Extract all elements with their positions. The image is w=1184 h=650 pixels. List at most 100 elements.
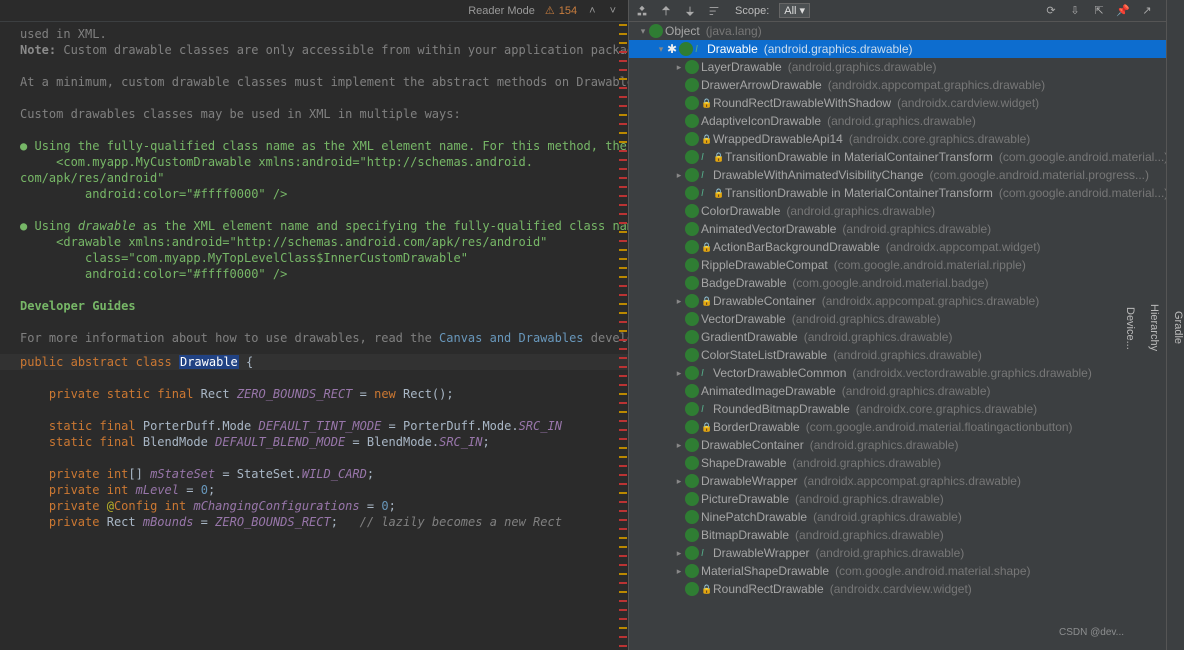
side-tab-gradle[interactable]: Gradle	[1172, 311, 1184, 344]
package-name: (android.graphics.drawable)	[842, 384, 991, 398]
editor-body[interactable]: used in XML. Note: Custom drawable class…	[0, 22, 628, 650]
hierarchy-node[interactable]: NinePatchDrawable(android.graphics.drawa…	[629, 508, 1184, 526]
package-name: (com.google.android.material.floatingact…	[806, 420, 1073, 434]
prev-highlight[interactable]: ˄	[587, 5, 597, 17]
hierarchy-node[interactable]: DrawerArrowDrawable(androidx.appcompat.g…	[629, 76, 1184, 94]
hierarchy-node[interactable]: 🔒BorderDrawable(com.google.android.mater…	[629, 418, 1184, 436]
hierarchy-node[interactable]: ▾✱IDrawable(android.graphics.drawable)	[629, 40, 1184, 58]
lock-icon: 🔒	[701, 422, 711, 432]
hierarchy-node[interactable]: GradientDrawable(android.graphics.drawab…	[629, 328, 1184, 346]
canvas-drawables-link[interactable]: Canvas and Drawables	[439, 331, 584, 345]
hierarchy-node[interactable]: AnimatedVectorDrawable(android.graphics.…	[629, 220, 1184, 238]
hierarchy-node[interactable]: ▸MaterialShapeDrawable(com.google.androi…	[629, 562, 1184, 580]
class-hierarchy-icon[interactable]	[635, 4, 649, 18]
warning-icon: ⚠	[545, 4, 555, 17]
error-stripe[interactable]	[618, 22, 628, 650]
hierarchy-node[interactable]: IRoundedBitmapDrawable(androidx.core.gra…	[629, 400, 1184, 418]
class-name: DrawableWrapper	[713, 546, 810, 560]
hierarchy-node[interactable]: VectorDrawable(android.graphics.drawable…	[629, 310, 1184, 328]
hierarchy-node[interactable]: 🔒WrappedDrawableApi14(androidx.core.grap…	[629, 130, 1184, 148]
javadoc: used in XML. Note: Custom drawable class…	[0, 22, 628, 350]
hierarchy-node[interactable]: ▸IVectorDrawableCommon(androidx.vectordr…	[629, 364, 1184, 382]
expand-arrow[interactable]: ▾	[637, 26, 649, 37]
class-icon	[685, 150, 699, 164]
hierarchy-tree[interactable]: ▾ Object (java.lang) ▾✱IDrawable(android.gr…	[629, 22, 1184, 650]
sort-icon[interactable]	[707, 4, 721, 18]
export-icon[interactable]: ↗	[1140, 4, 1154, 18]
hierarchy-node[interactable]: I🔒TransitionDrawable in MaterialContaine…	[629, 184, 1184, 202]
hierarchy-node[interactable]: ColorDrawable(android.graphics.drawable)	[629, 202, 1184, 220]
hierarchy-node[interactable]: 🔒RoundRectDrawableWithShadow(androidx.ca…	[629, 94, 1184, 112]
expand-arrow[interactable]: ▸	[673, 566, 685, 577]
subtypes-icon[interactable]	[683, 4, 697, 18]
autoscroll-icon[interactable]: ⇩	[1068, 4, 1082, 18]
class-icon	[685, 492, 699, 506]
expand-arrow[interactable]: ▸	[673, 548, 685, 559]
developer-guides-heading: Developer Guides	[20, 299, 136, 313]
hierarchy-node[interactable]: ▾ Object (java.lang)	[629, 22, 1184, 40]
class-name: ActionBarBackgroundDrawable	[713, 240, 880, 254]
class-icon	[685, 276, 699, 290]
class-icon	[685, 258, 699, 272]
pin-icon[interactable]: 📌	[1116, 4, 1130, 18]
hierarchy-node[interactable]: ▸IDrawableWrapper(android.graphics.drawa…	[629, 544, 1184, 562]
class-name: ColorDrawable	[701, 204, 780, 218]
class-name: WrappedDrawableApi14	[713, 132, 843, 146]
hierarchy-node[interactable]: RippleDrawableCompat(com.google.android.…	[629, 256, 1184, 274]
expand-arrow[interactable]: ▸	[673, 368, 685, 379]
class-name: DrawableWrapper	[701, 474, 798, 488]
hierarchy-node[interactable]: AdaptiveIconDrawable (android.graphics.dr…	[629, 112, 1184, 130]
scope-select[interactable]: All ▾	[779, 3, 810, 18]
package-name: (androidx.cardview.widget)	[897, 96, 1039, 110]
class-name: ColorStateListDrawable	[701, 348, 827, 362]
refresh-icon[interactable]: ⟳	[1044, 4, 1058, 18]
expand-arrow[interactable]: ▸	[673, 440, 685, 451]
hierarchy-node[interactable]: ▸DrawableWrapper(androidx.appcompat.grap…	[629, 472, 1184, 490]
hierarchy-node[interactable]: AnimatedImageDrawable(android.graphics.d…	[629, 382, 1184, 400]
editor-top-bar: Reader Mode ⚠154 ˄ ˅	[0, 0, 628, 22]
expand-arrow[interactable]: ▸	[673, 296, 685, 307]
expand-arrow[interactable]: ▾	[655, 44, 667, 55]
class-icon	[685, 186, 699, 200]
next-highlight[interactable]: ˅	[608, 5, 618, 17]
class-name: Object	[665, 24, 700, 38]
class-icon	[685, 114, 699, 128]
hierarchy-node[interactable]: 🔒ActionBarBackgroundDrawable(androidx.ap…	[629, 238, 1184, 256]
hierarchy-node[interactable]: I🔒TransitionDrawable in MaterialContaine…	[629, 148, 1184, 166]
hierarchy-node[interactable]: 🔒RoundRectDrawable(androidx.cardview.wid…	[629, 580, 1184, 598]
class-name: BitmapDrawable	[701, 528, 789, 542]
package-name: (androidx.core.graphics.drawable)	[856, 402, 1037, 416]
hierarchy-node[interactable]: ▸🔒DrawableContainer(androidx.appcompat.g…	[629, 292, 1184, 310]
reader-mode-link[interactable]: Reader Mode	[468, 5, 535, 17]
side-tab-hierarchy[interactable]: Hierarchy	[1148, 304, 1160, 351]
source-code[interactable]: public abstract class Drawable { private…	[0, 350, 628, 534]
hierarchy-node[interactable]: ▸LayerDrawable(android.graphics.drawable…	[629, 58, 1184, 76]
package-name: (android.graphics.drawable)	[792, 456, 941, 470]
side-tab-device[interactable]: Device...	[1124, 307, 1136, 350]
class-icon	[685, 564, 699, 578]
expand-arrow[interactable]: ▸	[673, 170, 685, 181]
expand-arrow[interactable]: ▸	[673, 62, 685, 73]
expand-all-icon[interactable]: ⇱	[1092, 4, 1106, 18]
class-icon	[685, 420, 699, 434]
hierarchy-node[interactable]: ShapeDrawable(android.graphics.drawable)	[629, 454, 1184, 472]
supertypes-icon[interactable]	[659, 4, 673, 18]
package-name: (androidx.core.graphics.drawable)	[849, 132, 1030, 146]
package-name: (android.graphics.drawable)	[827, 114, 976, 128]
hierarchy-node[interactable]: ▸IDrawableWithAnimatedVisibilityChange(c…	[629, 166, 1184, 184]
class-name: VectorDrawableCommon	[713, 366, 846, 380]
hierarchy-node[interactable]: BadgeDrawable(com.google.android.materia…	[629, 274, 1184, 292]
hierarchy-node[interactable]: PictureDrawable(android.graphics.drawabl…	[629, 490, 1184, 508]
package-name: (java.lang)	[706, 24, 762, 38]
expand-arrow[interactable]: ▸	[673, 476, 685, 487]
class-name: RoundRectDrawable	[713, 582, 824, 596]
warning-count[interactable]: ⚠154	[545, 4, 577, 17]
hierarchy-node[interactable]: ▸DrawableContainer(android.graphics.draw…	[629, 436, 1184, 454]
class-icon	[685, 546, 699, 560]
class-icon	[685, 438, 699, 452]
class-icon	[685, 78, 699, 92]
class-name: AdaptiveIconDrawable	[701, 114, 821, 128]
class-name: PictureDrawable	[701, 492, 789, 506]
hierarchy-node[interactable]: BitmapDrawable(android.graphics.drawable…	[629, 526, 1184, 544]
hierarchy-node[interactable]: ColorStateListDrawable(android.graphics.…	[629, 346, 1184, 364]
